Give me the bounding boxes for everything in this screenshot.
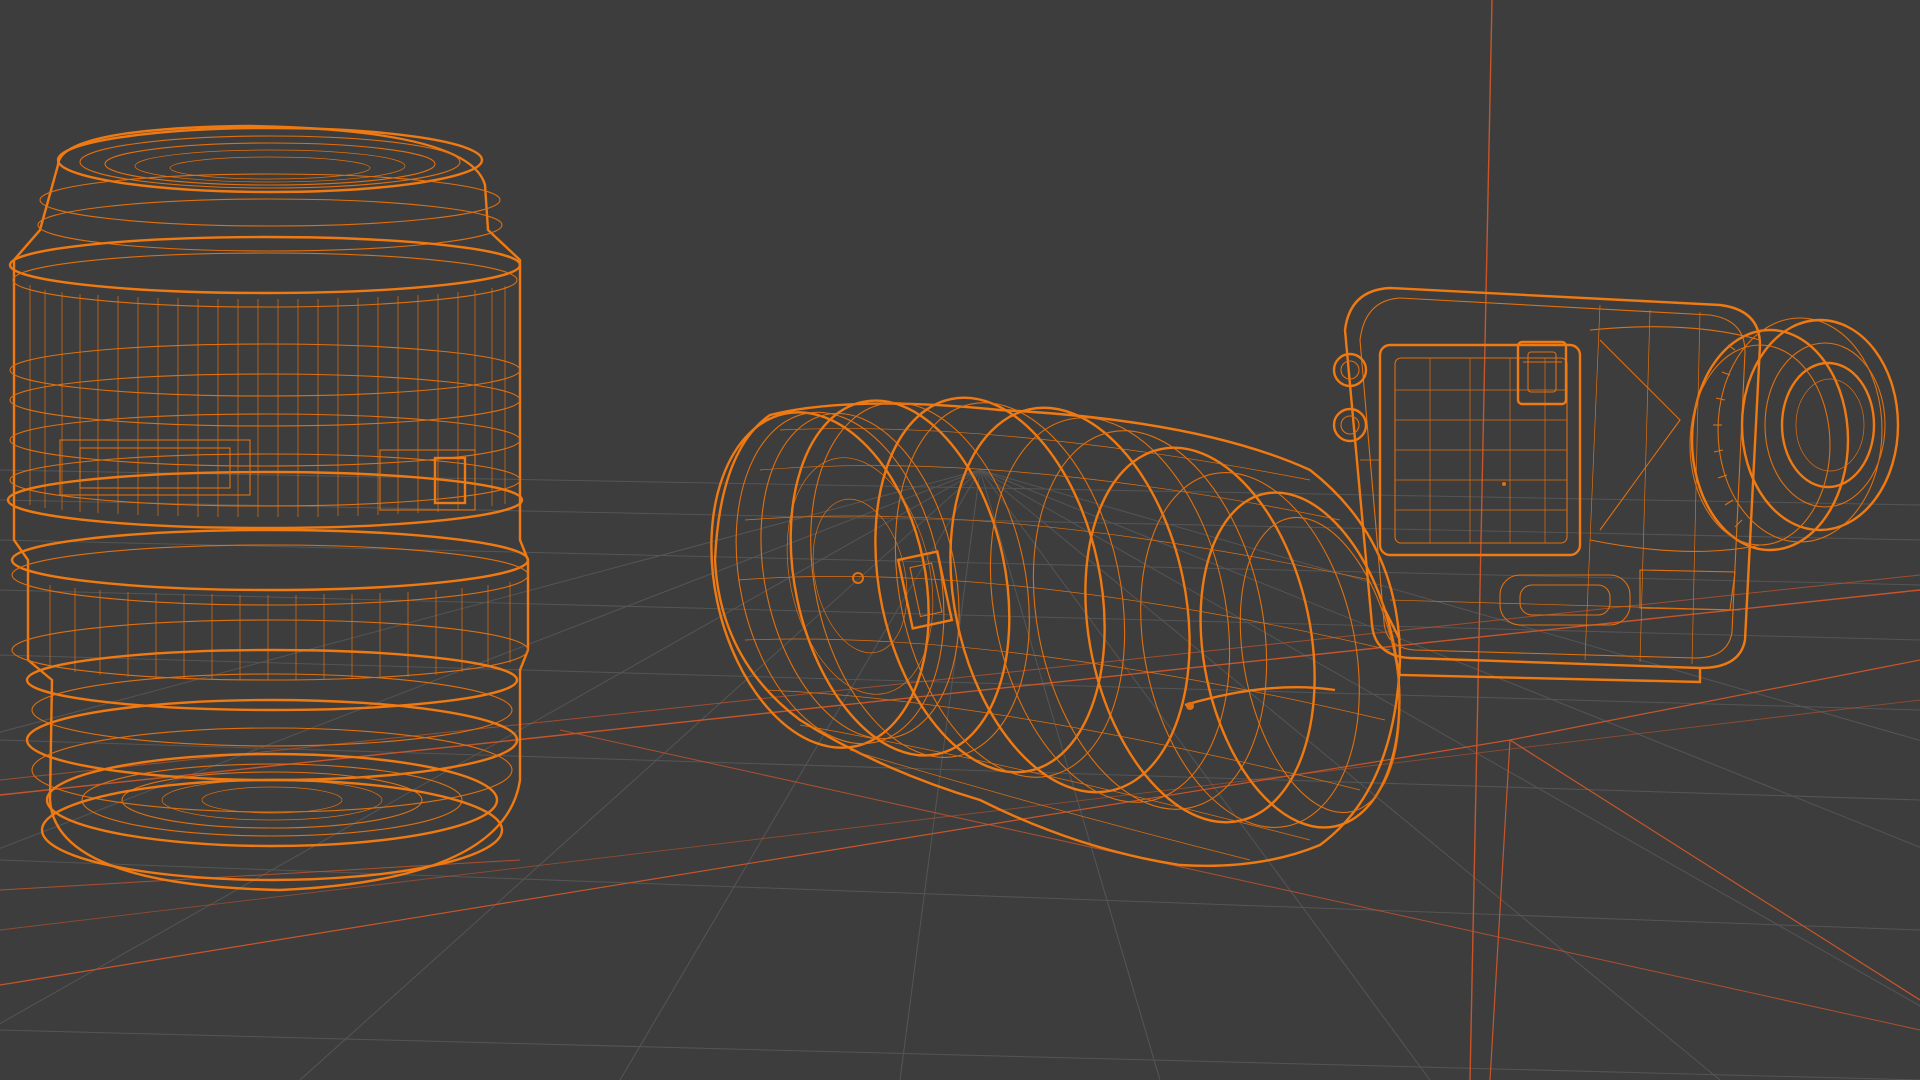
vertical-lens-wireframe[interactable] — [6, 124, 530, 892]
viewport-canvas[interactable]: .w { fill: none; stroke: #e0700f; stroke… — [0, 0, 1920, 1080]
3d-viewport[interactable]: .w { fill: none; stroke: #e0700f; stroke… — [0, 0, 1920, 1080]
ground-grid — [0, 469, 1920, 1080]
lying-lens-wireframe[interactable] — [682, 376, 1428, 868]
axis-lines — [0, 0, 1920, 1080]
